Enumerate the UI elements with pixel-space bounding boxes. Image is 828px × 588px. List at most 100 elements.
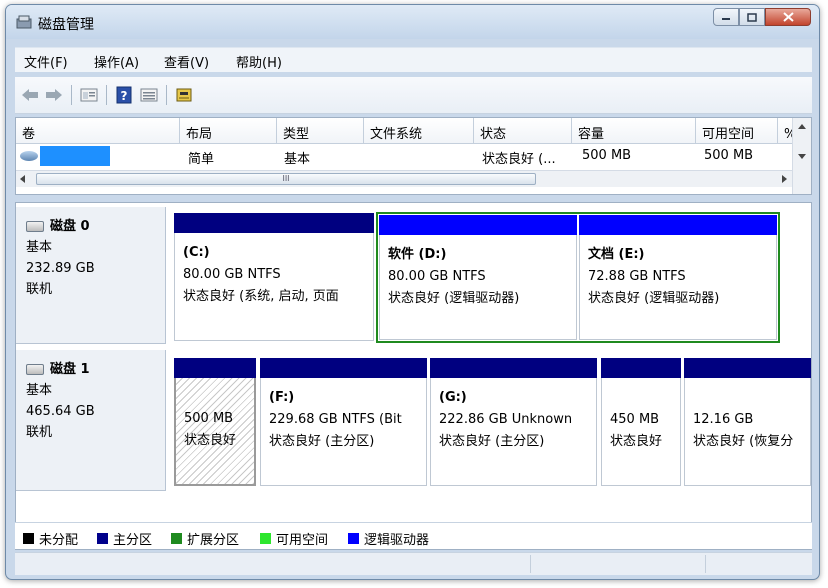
partition-size: 12.16 GB [693, 412, 754, 427]
status-separator [705, 555, 706, 573]
menu-help[interactable]: 帮助(H) [236, 52, 282, 71]
help-button[interactable]: ? [114, 85, 134, 105]
legend-item-logical: 逻辑驱动器 [348, 529, 429, 548]
minimize-button[interactable] [713, 8, 739, 26]
maximize-button[interactable] [739, 8, 765, 26]
partition-status: 状态良好 (主分区) [439, 434, 545, 449]
title-bar[interactable]: 磁盘管理 [6, 5, 819, 39]
partition-bar-primary [174, 358, 256, 378]
help-icon: ? [116, 86, 132, 104]
scroll-right-icon[interactable] [782, 175, 788, 183]
partition-system-reserved[interactable]: 500 MB 状态良好 [174, 358, 256, 486]
partition-bar-logical [379, 215, 577, 235]
partition-bar-primary [260, 358, 427, 378]
column-header-status[interactable]: 状态 [474, 118, 572, 144]
partition-c[interactable]: (C:) 80.00 GB NTFS 状态良好 (系统, 启动, 页面 [174, 213, 374, 341]
svg-text:?: ? [121, 89, 128, 103]
legend-swatch [348, 533, 359, 544]
back-button[interactable] [20, 85, 40, 105]
disk-type: 基本 [26, 240, 53, 255]
partition-bar-primary [174, 213, 374, 233]
legend-item-extended: 扩展分区 [171, 529, 239, 548]
partition-size: 222.86 GB Unknown [439, 412, 573, 427]
partition-size: 80.00 GB NTFS [388, 269, 486, 284]
status-separator [530, 555, 531, 573]
disk-state: 联机 [26, 425, 53, 440]
scrollbar-grip: III [282, 174, 290, 183]
disk-management-window: 磁盘管理 文件(F) 操作(A) 查看(V) 帮助(H) ? 卷 布局 类型 文… [5, 4, 820, 580]
partition-status: 状态良好 (主分区) [269, 434, 375, 449]
menu-file[interactable]: 文件(F) [24, 52, 68, 71]
partition-bar-primary [430, 358, 597, 378]
disk-1-label[interactable]: 磁盘 1 基本 465.64 GB 联机 [16, 350, 166, 491]
legend-label: 逻辑驱动器 [364, 533, 430, 548]
disk-name: 磁盘 0 [50, 219, 90, 234]
legend-item-free-space: 可用空间 [260, 529, 328, 548]
disk-management-icon [16, 15, 32, 29]
disk-state: 联机 [26, 282, 53, 297]
partition-size: 80.00 GB NTFS [183, 267, 281, 282]
column-header-capacity[interactable]: 容量 [572, 118, 696, 144]
properties-icon [80, 88, 98, 102]
view-button[interactable] [139, 85, 159, 105]
horizontal-scrollbar[interactable]: III [16, 170, 793, 187]
partition-size: 229.68 GB NTFS (Bit [269, 412, 402, 427]
partition-size: 72.88 GB NTFS [588, 269, 686, 284]
disk-name: 磁盘 1 [50, 362, 90, 377]
menu-action[interactable]: 操作(A) [94, 52, 139, 71]
partition-d[interactable]: 软件 (D:) 80.00 GB NTFS 状态良好 (逻辑驱动器) [379, 215, 577, 340]
partition-name: 文档 (E:) [588, 247, 645, 262]
column-header-type[interactable]: 类型 [277, 118, 364, 144]
column-header-filesystem[interactable]: 文件系统 [364, 118, 474, 144]
toolbar: ? [15, 77, 812, 114]
scroll-down-icon[interactable] [798, 154, 806, 160]
window-title: 磁盘管理 [38, 17, 94, 33]
disk-type: 基本 [26, 383, 53, 398]
partition-g[interactable]: (G:) 222.86 GB Unknown 状态良好 (主分区) [430, 358, 597, 486]
partition-bar-logical [579, 215, 777, 235]
close-icon [782, 12, 794, 22]
partition-450mb[interactable]: 450 MB 状态良好 [601, 358, 681, 486]
disk-icon [26, 221, 44, 232]
partition-status: 状态良好 (恢复分 [693, 434, 794, 449]
legend: 未分配 主分区 扩展分区 可用空间 逻辑驱动器 [15, 522, 812, 549]
partition-e[interactable]: 文档 (E:) 72.88 GB NTFS 状态良好 (逻辑驱动器) [579, 215, 777, 340]
forward-button[interactable] [44, 85, 64, 105]
toolbar-separator [71, 85, 72, 105]
column-header-free-space[interactable]: 可用空间 [696, 118, 778, 144]
column-header-volume[interactable]: 卷 [16, 118, 180, 144]
vertical-scrollbar[interactable] [792, 118, 811, 194]
partition-name: (G:) [439, 390, 467, 405]
volume-list[interactable]: 卷 布局 类型 文件系统 状态 容量 可用空间 % 可 简单 基本 状态良好 (… [15, 117, 812, 195]
partition-status: 状态良好 (系统, 启动, 页面 [183, 289, 339, 304]
menu-bar: 文件(F) 操作(A) 查看(V) 帮助(H) [15, 47, 812, 72]
status-bar [15, 552, 812, 575]
scrollbar-thumb[interactable]: III [36, 173, 536, 185]
legend-label: 主分区 [113, 533, 153, 548]
disk-wizard-button[interactable] [174, 85, 194, 105]
partition-status: 状态良好 (逻辑驱动器) [388, 291, 520, 306]
partition-status: 状态良好 [610, 434, 663, 449]
close-button[interactable] [765, 8, 811, 26]
disk-0-label[interactable]: 磁盘 0 基本 232.89 GB 联机 [16, 207, 166, 344]
volume-icon [20, 151, 38, 161]
volume-name-cell[interactable] [40, 146, 110, 166]
legend-label: 未分配 [39, 533, 79, 548]
partition-recovery[interactable]: 12.16 GB 状态良好 (恢复分 [684, 358, 811, 486]
back-icon [22, 89, 38, 101]
menu-view[interactable]: 查看(V) [164, 52, 209, 71]
properties-button[interactable] [79, 85, 99, 105]
forward-icon [46, 89, 62, 101]
partition-name: (F:) [269, 390, 295, 405]
partition-bar-primary [684, 358, 811, 378]
scroll-left-icon[interactable] [20, 175, 26, 183]
scroll-up-icon[interactable] [798, 124, 806, 130]
legend-label: 扩展分区 [187, 533, 240, 548]
layout-cell: 简单 [188, 152, 215, 167]
legend-label: 可用空间 [276, 533, 329, 548]
partition-size: 500 MB [184, 411, 234, 426]
column-header-layout[interactable]: 布局 [180, 118, 277, 144]
partition-f[interactable]: (F:) 229.68 GB NTFS (Bit 状态良好 (主分区) [260, 358, 427, 486]
toolbar-separator [106, 85, 107, 105]
disk-icon [26, 364, 44, 375]
